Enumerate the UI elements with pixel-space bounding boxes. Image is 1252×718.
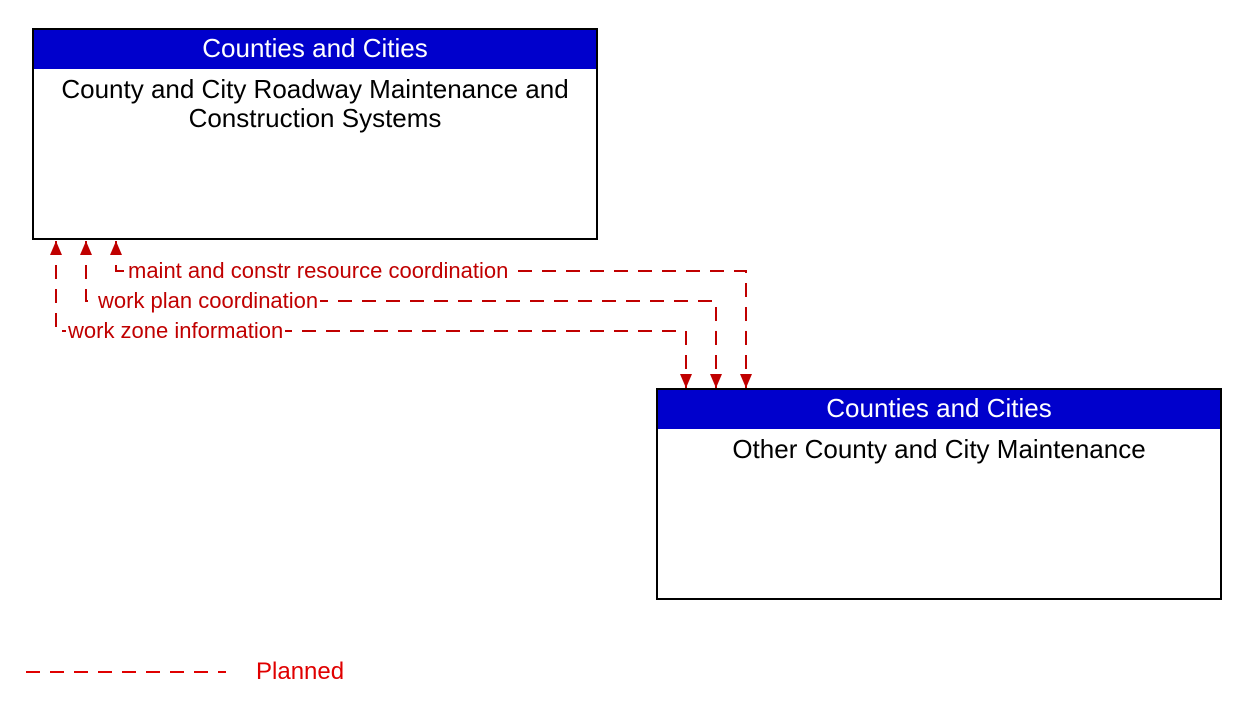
legend-planned-label: Planned — [256, 658, 344, 686]
flow-label-3: work zone information — [66, 318, 285, 344]
entity-box-bottom-header: Counties and Cities — [658, 390, 1220, 429]
flow-label-1: maint and constr resource coordination — [126, 258, 510, 284]
entity-box-bottom-body: Other County and City Maintenance — [658, 429, 1220, 471]
entity-box-top-header: Counties and Cities — [34, 30, 596, 69]
entity-box-top: Counties and Cities County and City Road… — [32, 28, 598, 240]
entity-box-bottom: Counties and Cities Other County and Cit… — [656, 388, 1222, 600]
entity-box-top-body: County and City Roadway Maintenance and … — [34, 69, 596, 141]
flow-label-2: work plan coordination — [96, 288, 320, 314]
